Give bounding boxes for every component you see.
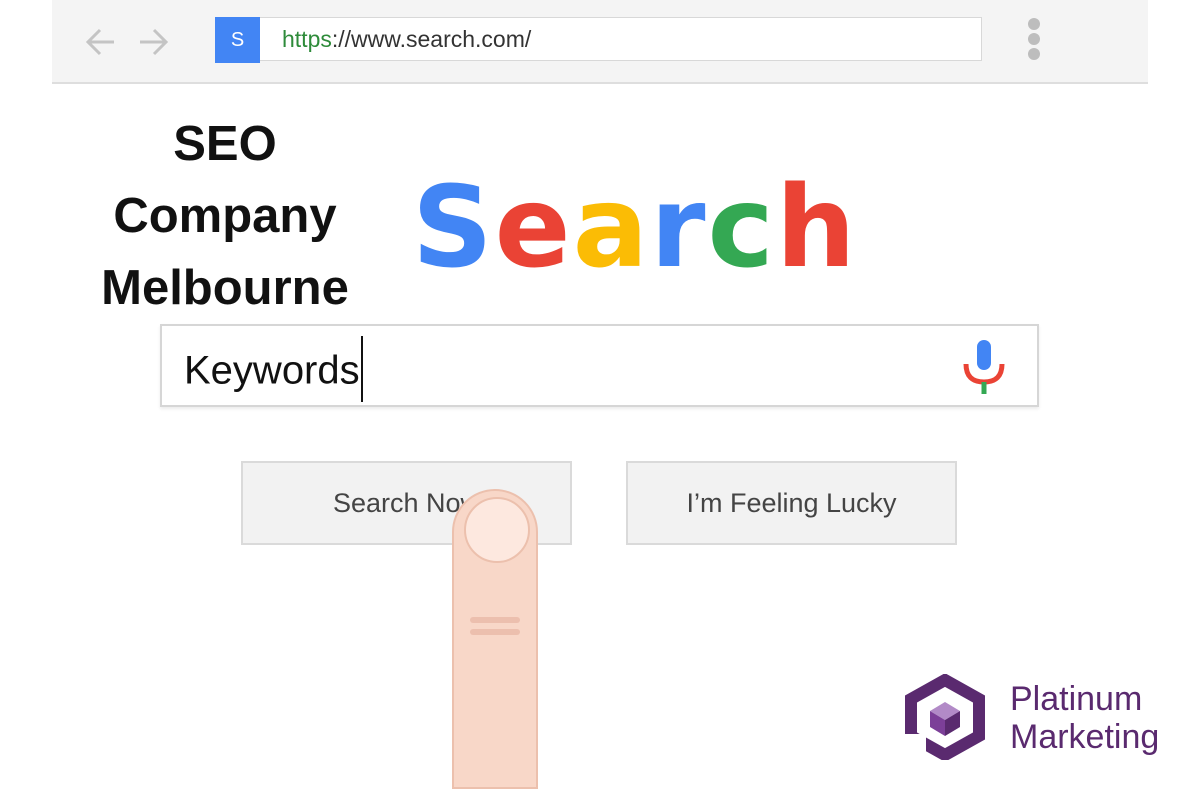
browser-toolbar: S https://www.search.com/	[52, 0, 1148, 84]
search-query-text: Keywords	[184, 348, 360, 393]
feeling-lucky-button[interactable]: I’m Feeling Lucky	[626, 461, 957, 545]
back-arrow-icon[interactable]	[84, 25, 118, 59]
page-title: SEO Company Melbourne	[60, 108, 390, 324]
kebab-menu-icon[interactable]	[1027, 18, 1041, 64]
search-logo: Search	[412, 172, 858, 284]
text-caret	[360, 336, 363, 402]
title-line-3: Melbourne	[101, 261, 349, 315]
knuckle-line	[470, 617, 520, 623]
brand-line-1: Platinum	[1010, 680, 1143, 718]
pointing-finger-illustration	[452, 489, 538, 789]
logo-letter: S	[412, 163, 495, 293]
forward-arrow-icon[interactable]	[136, 25, 170, 59]
site-favicon: S	[215, 17, 260, 63]
microphone-icon[interactable]	[961, 340, 1007, 396]
brand-name: Platinum Marketing	[1010, 680, 1159, 756]
title-line-1: SEO	[173, 117, 277, 171]
platinum-marketing-logo: Platinum Marketing	[902, 674, 1182, 764]
brand-line-2: Marketing	[1010, 718, 1160, 756]
logo-letter: h	[775, 163, 858, 293]
fingernail	[464, 497, 530, 563]
search-input[interactable]: Keywords	[160, 324, 1039, 407]
logo-letter: a	[572, 163, 651, 293]
title-line-2: Company	[113, 189, 337, 243]
logo-letter: c	[707, 163, 776, 293]
url-path: ://www.search.com/	[331, 25, 532, 52]
address-bar[interactable]: https://www.search.com/	[260, 17, 982, 61]
hexagon-cube-icon	[904, 674, 985, 760]
logo-letter: r	[650, 163, 708, 293]
url-scheme: https	[282, 25, 332, 52]
knuckle-line	[470, 629, 520, 635]
logo-letter: e	[494, 163, 573, 293]
search-input-value: Keywords	[184, 336, 363, 406]
